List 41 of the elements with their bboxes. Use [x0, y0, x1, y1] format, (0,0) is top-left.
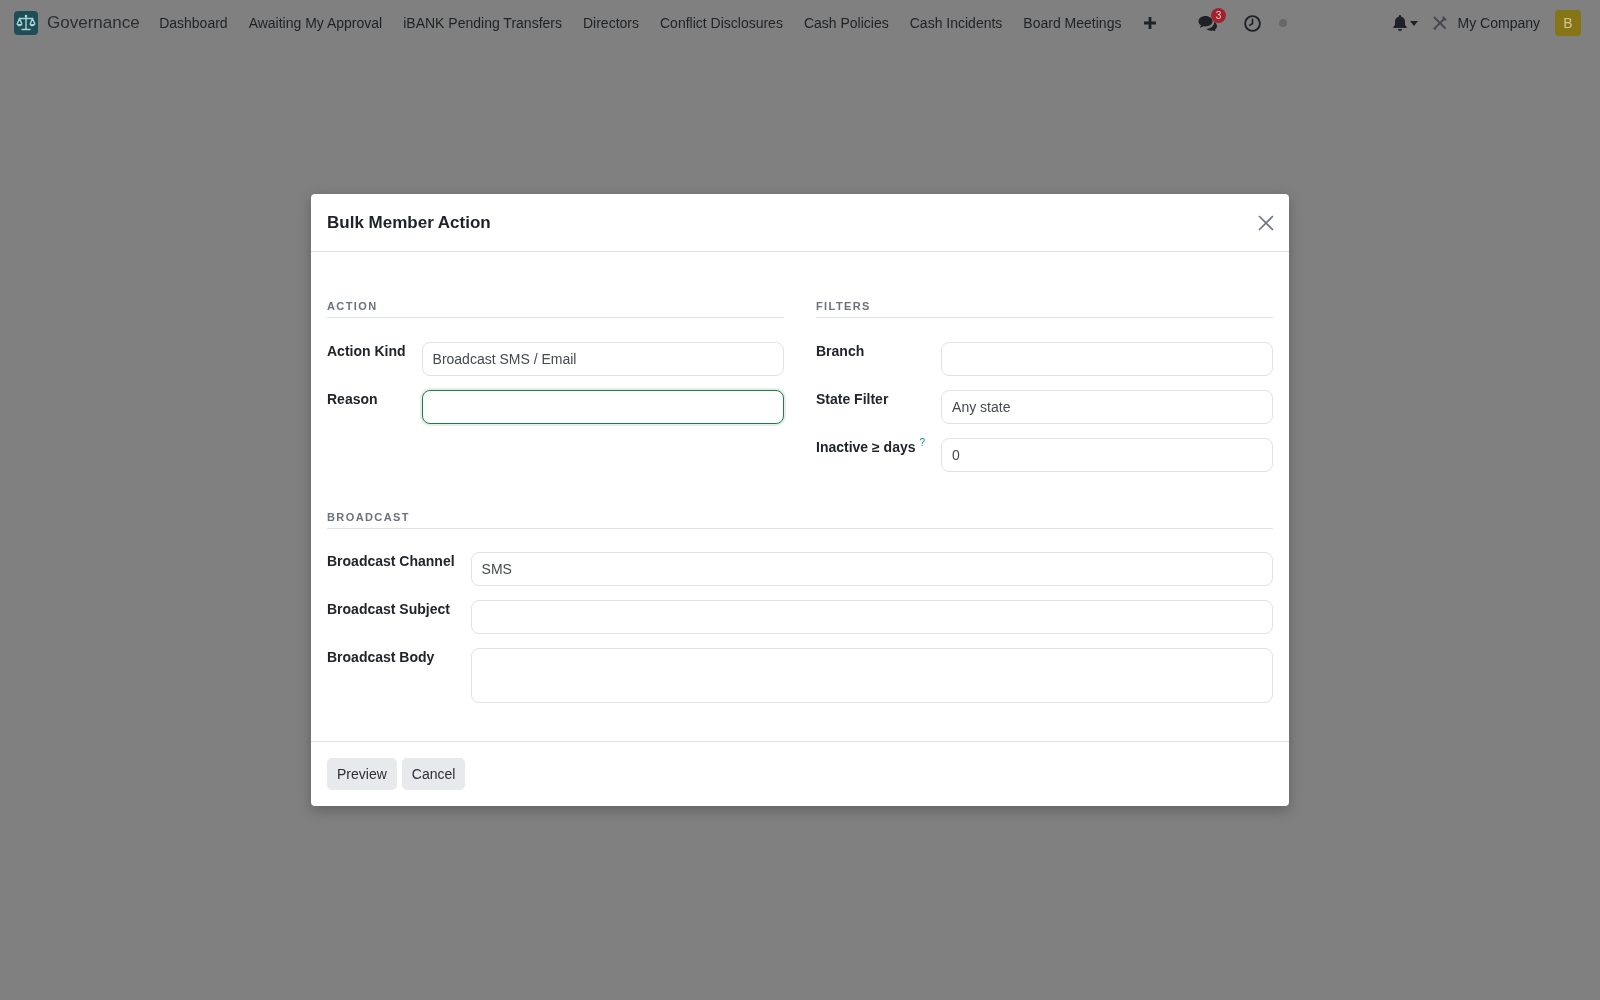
field-label: Reason [327, 391, 378, 407]
company-name[interactable]: My Company [1457, 15, 1540, 31]
status-dot-icon [1278, 19, 1287, 27]
help-mark[interactable]: ? [919, 437, 926, 448]
field-label: Broadcast Subject [327, 601, 450, 617]
scales-icon[interactable] [14, 11, 38, 35]
field-label: Inactive ≥ days [816, 439, 916, 455]
field-label: Broadcast Channel [327, 553, 455, 569]
dialog-button[interactable]: Preview [327, 758, 397, 790]
field-label: Action Kind [327, 343, 406, 359]
input-field[interactable] [421, 390, 784, 424]
input-field[interactable]: Broadcast SMS / Email [421, 342, 784, 376]
plus-icon[interactable] [1143, 17, 1156, 29]
dialog-button[interactable]: Cancel [401, 758, 466, 790]
input-field[interactable]: Any state [941, 390, 1273, 424]
nav-menu-item[interactable]: iBANK Pending Transfers [392, 11, 573, 35]
clock-icon[interactable] [1243, 14, 1261, 32]
caret-icon[interactable] [1409, 20, 1418, 26]
input-field[interactable]: SMS [470, 552, 1273, 586]
field-label: State Filter [816, 391, 889, 407]
nav-menu-item[interactable]: Dashboard [148, 11, 239, 35]
nav-menu-item[interactable]: Cash Policies [793, 11, 900, 35]
text-area-field[interactable] [470, 648, 1273, 703]
nav-menu-item[interactable]: Conflict Disclosures [649, 11, 794, 35]
section-heading: BROADCAST [327, 510, 1273, 529]
section-heading: FILTERS [816, 299, 1273, 318]
nav-menu-item[interactable]: Directors [572, 11, 650, 35]
field-label: Broadcast Body [327, 649, 435, 665]
user-avatar[interactable]: B [1555, 10, 1581, 36]
nav-menu-item[interactable]: Awaiting My Approval [238, 11, 393, 35]
nav-menu-item[interactable]: Board Meetings [1012, 11, 1132, 35]
field-label: Branch [816, 343, 865, 359]
dialog-title: Bulk Member Action [327, 212, 491, 233]
nav-menu-item[interactable]: Cash Incidents [899, 11, 1013, 35]
bell-icon[interactable] [1392, 15, 1407, 31]
section-heading: ACTION [327, 299, 784, 318]
crossed-tools-icon[interactable] [1431, 15, 1448, 31]
app-name[interactable]: Governance [47, 13, 140, 33]
chat-icon[interactable] [1197, 15, 1218, 31]
message-count-badge: 3 [1210, 8, 1226, 23]
input-field[interactable]: 0 [941, 438, 1273, 472]
